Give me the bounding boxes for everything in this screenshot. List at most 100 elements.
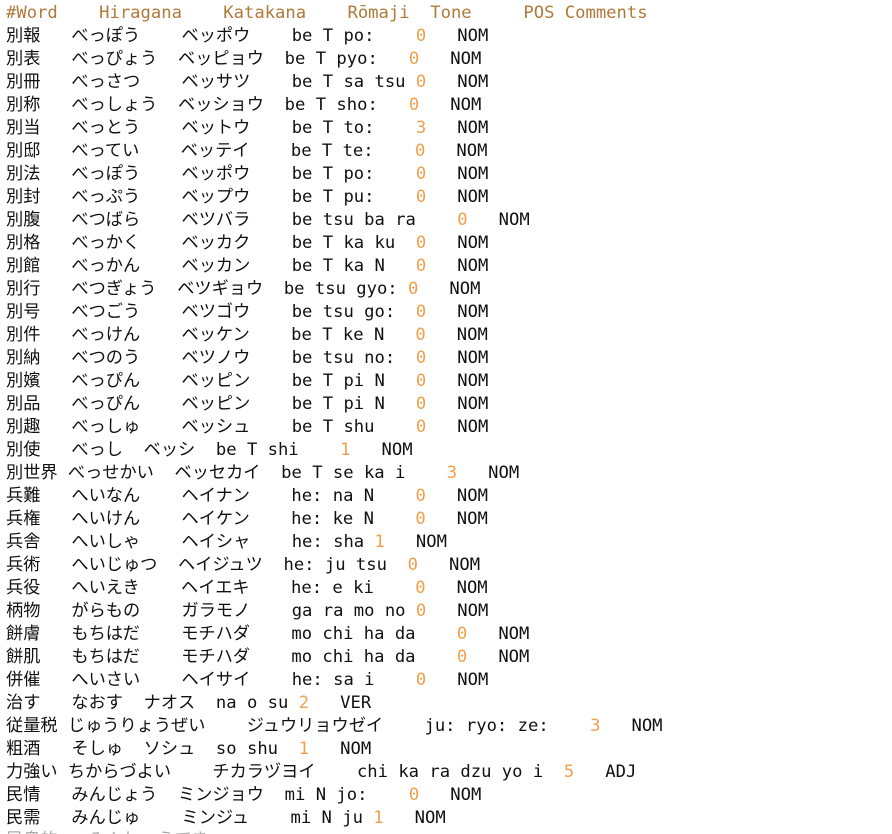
pos-value: NOM bbox=[309, 739, 372, 759]
line-text: 民需 みんじゅ ミンジュ mi N ju bbox=[6, 808, 374, 828]
pos-value: NOM bbox=[384, 532, 447, 552]
text-line: 別世界 べっせかい ベッセカイ be T se ka i 3 NOM bbox=[6, 462, 519, 485]
text-line: 粗酒 そしゅ ソシュ so shu 1 NOM bbox=[6, 738, 371, 761]
pos-value: VER bbox=[309, 693, 372, 713]
line-text: 別館 べっかん ベッカン be T ka N bbox=[6, 256, 416, 276]
header-row: #Word Hiragana Katakana Rōmaji Tone POS … bbox=[6, 3, 648, 23]
line-text: 別納 べつのう ベツノウ be tsu no: bbox=[6, 348, 416, 368]
pos-value: NOM bbox=[426, 72, 489, 92]
tone-value: 0 bbox=[415, 141, 426, 161]
tone-value: 0 bbox=[415, 578, 426, 598]
text-line: 別件 べっけん ベッケン be T ke N 0 NOM bbox=[6, 324, 488, 347]
tone-value: 0 bbox=[415, 601, 427, 621]
line-text: 兵権 へいけん ヘイケン he: ke N bbox=[6, 509, 416, 529]
text-editor[interactable]: #Word Hiragana Katakana Rōmaji Tone POS … bbox=[0, 0, 892, 834]
line-text: 併催 へいさい ヘイサイ he: sa i bbox=[6, 670, 416, 690]
text-line: 兵術 へいじゅつ ヘイジュツ he: ju tsu 0 NOM bbox=[6, 554, 480, 577]
tone-value: 1 bbox=[374, 532, 385, 552]
tone-value: 1 bbox=[373, 808, 384, 828]
pos-value: NOM bbox=[457, 463, 520, 483]
pos-value: NOM bbox=[426, 348, 489, 368]
text-line: 別使 べっし ベッシ be T shi 1 NOM bbox=[6, 439, 413, 462]
pos-value: NOM bbox=[425, 509, 488, 529]
tone-value: 0 bbox=[456, 624, 468, 644]
text-line: 民情 みんじょう ミンジョウ mi N jo: 0 NOM bbox=[6, 784, 481, 807]
line-text: 別称 べっしょう ベッショウ be T sho: bbox=[6, 95, 409, 115]
text-line: 併催 へいさい ヘイサイ he: sa i 0 NOM bbox=[6, 669, 488, 692]
text-line: 別邸 べってい ベッテイ be T te: 0 NOM bbox=[6, 140, 487, 163]
line-text: 別号 べつごう ベツゴウ be tsu go: bbox=[6, 302, 416, 322]
pos-value: NOM bbox=[426, 601, 489, 621]
tone-value: 0 bbox=[415, 302, 427, 322]
text-line: 餅膚 もちはだ モチハダ mo chi ha da 0 NOM bbox=[6, 623, 529, 646]
pos-value: NOM bbox=[426, 256, 489, 276]
tone-value: 0 bbox=[415, 325, 426, 345]
pos-value: NOM bbox=[426, 371, 489, 391]
line-text: 別冊 べっさつ ベッサツ be T sa tsu bbox=[6, 72, 416, 92]
text-line: 別趣 べっしゅ ベッシュ be T shu 0 NOM bbox=[6, 416, 488, 439]
text-line: 従量税 じゅうりょうぜい ジュウリョウゼイ ju: ryo: ze: 3 NOM bbox=[6, 715, 663, 738]
text-line: 別冊 べっさつ ベッサツ be T sa tsu 0 NOM bbox=[6, 71, 488, 94]
pos-value: NOM bbox=[426, 118, 489, 138]
text-line: 兵権 へいけん ヘイケン he: ke N 0 NOM bbox=[6, 508, 488, 531]
pos-value: NOM bbox=[383, 808, 446, 828]
tone-value: 0 bbox=[408, 95, 420, 115]
pos-value: NOM bbox=[425, 578, 488, 598]
line-text: 別格 べっかく ベッカク be T ka ku bbox=[6, 233, 416, 253]
tone-value: 0 bbox=[415, 371, 427, 391]
line-text: 兵術 へいじゅつ ヘイジュツ he: ju tsu bbox=[6, 555, 408, 575]
line-text: 別世界 べっせかい ベッセカイ be T se ka i bbox=[6, 463, 447, 483]
tone-value: 0 bbox=[415, 164, 427, 184]
line-text: 餅膚 もちはだ モチハダ mo chi ha da bbox=[6, 624, 457, 644]
tone-value: 0 bbox=[415, 256, 427, 276]
text-line: 別嬪 べっぴん ベッピン be T pi N 0 NOM bbox=[6, 370, 488, 393]
line-text: 別封 べっぷう ベップウ be T pu: bbox=[6, 187, 416, 207]
tone-value: 0 bbox=[408, 279, 419, 299]
tone-value: 0 bbox=[457, 210, 468, 230]
text-line: 別行 べつぎょう ベツギョウ be tsu gyo: 0 NOM bbox=[6, 278, 480, 301]
tone-value: 0 bbox=[415, 348, 427, 368]
text-line: 別称 べっしょう ベッショウ be T sho: 0 NOM bbox=[6, 94, 481, 117]
tone-value: 0 bbox=[408, 785, 420, 805]
text-line: 別法 べっぽう ベッポウ be T po: 0 NOM bbox=[6, 163, 488, 186]
line-text: 別件 べっけん ベッケン be T ke N bbox=[6, 325, 416, 345]
tone-value: 0 bbox=[407, 555, 419, 575]
line-text: 別邸 べってい ベッテイ be T te: bbox=[6, 141, 416, 161]
tone-value: 1 bbox=[340, 440, 351, 460]
text-line: 別品 べっぴん ベッピン be T pi N 0 NOM bbox=[6, 393, 488, 416]
pos-value: NOM bbox=[467, 647, 530, 667]
text-line: 別当 べっとう ベットウ be T to: 3 NOM bbox=[6, 117, 488, 140]
tone-value: 1 bbox=[298, 739, 310, 759]
line-text: 別報 べっぽう ベッポウ be T po: bbox=[6, 26, 416, 46]
text-line: 兵舎 へいしゃ ヘイシャ he: sha 1 NOM bbox=[6, 531, 447, 554]
text-line: 別号 べつごう ベツゴウ be tsu go: 0 NOM bbox=[6, 301, 488, 324]
pos-value: NOM bbox=[426, 187, 489, 207]
line-text: 別品 べっぴん ベッピン be T pi N bbox=[6, 394, 416, 414]
line-text: 別表 べっぴょう ベッピョウ be T pyo: bbox=[6, 49, 409, 69]
tone-value: 0 bbox=[408, 49, 420, 69]
pos-value: ADJ bbox=[574, 762, 637, 782]
pos-value: NOM bbox=[425, 325, 488, 345]
line-text: 別嬪 べっぴん ベッピン be T pi N bbox=[6, 371, 416, 391]
line-text: 別腹 べつばら ベツバラ be tsu ba ra bbox=[6, 210, 458, 230]
tone-value: 0 bbox=[415, 509, 426, 529]
tone-value: 5 bbox=[563, 762, 575, 782]
tone-value: 0 bbox=[415, 486, 426, 506]
pos-value: NOM bbox=[350, 440, 413, 460]
text-line: 別報 べっぽう ベッポウ be T po: 0 NOM bbox=[6, 25, 488, 48]
tone-value: 0 bbox=[415, 72, 427, 92]
line-text: 別当 べっとう ベットウ be T to: bbox=[6, 118, 416, 138]
pos-value: NOM bbox=[467, 624, 530, 644]
pos-value: NOM bbox=[600, 716, 663, 736]
line-text: 兵難 へいなん ヘイナン he: na N bbox=[6, 486, 416, 506]
text-line: 別表 べっぴょう ベッピョウ be T pyo: 0 NOM bbox=[6, 48, 481, 71]
tone-value: 0 bbox=[415, 670, 427, 690]
pos-value: NOM bbox=[418, 555, 481, 575]
tone-value: 0 bbox=[415, 26, 427, 46]
line-text: 餅肌 もちはだ モチハダ mo chi ha da bbox=[6, 647, 457, 667]
pos-value: NOM bbox=[426, 394, 489, 414]
tone-value: 2 bbox=[298, 693, 310, 713]
pos-value: NOM bbox=[426, 670, 489, 690]
pos-value: NOM bbox=[419, 49, 482, 69]
line-text: 兵舎 へいしゃ ヘイシャ he: sha bbox=[6, 532, 375, 552]
